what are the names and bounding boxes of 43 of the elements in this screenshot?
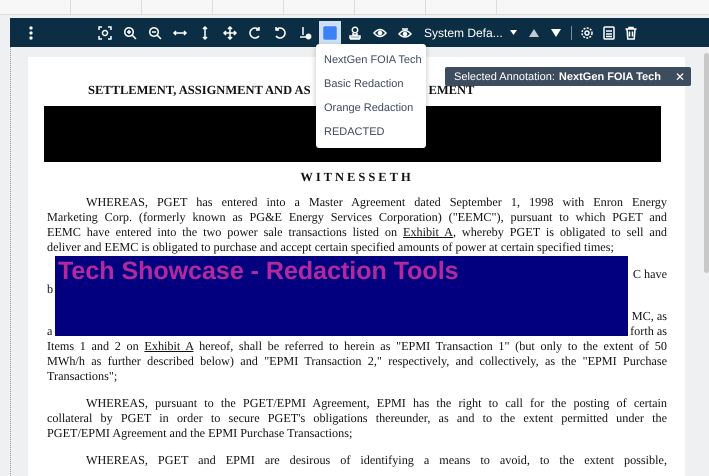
- text-fragment: forth as: [630, 324, 667, 339]
- fit-page-icon: [98, 26, 112, 40]
- text-line: Items 1 and 2 on Exhibit A hereof, shall be referred to herein as "EPMI Transaction 1" (but only to the extent of 50: [47, 339, 667, 354]
- text-fragment: b: [47, 282, 54, 297]
- section-heading: WITNESSETH: [299, 170, 415, 185]
- text-line: WHEREAS, pursuant to the PGET/EPMI Agreement, EPMI has the right to call for the posting of certain: [85, 396, 667, 411]
- text-line: Transactions";: [47, 369, 118, 384]
- text-line: collateral by PGET in order to secure PGET's obligations thereunder, as and to the extent permitted under the: [47, 411, 667, 426]
- menu-item[interactable]: REDACTED: [316, 120, 426, 144]
- text-line: EEMC have entered into the two power sale transactions listed on Exhibit A, whereby PGET is obligated to sell and: [47, 225, 667, 240]
- document-title: SETTLEMENT, ASSIGNMENT AND AS: [88, 83, 311, 98]
- document-title: EMENT: [428, 83, 474, 98]
- zoom-in-icon: [123, 26, 137, 40]
- text-line: deliver and EEMC is obligated to purchase and accept certain specified amounts of power at certain specified times;: [47, 240, 615, 255]
- text-fragment: C have: [632, 267, 667, 282]
- caret-icon: [510, 30, 517, 35]
- pan-icon: [223, 26, 237, 40]
- rotate-right-icon: [248, 26, 262, 40]
- chip-value: NextGen FOIA Tech: [558, 70, 661, 82]
- text-fragment: a: [47, 324, 52, 339]
- text-line: WHEREAS, PGET and EPMI are desirous of identifying a means to avoid, to the extent possible,: [85, 453, 667, 468]
- trash-icon: [624, 26, 638, 40]
- menu-item[interactable]: Orange Redaction: [316, 96, 426, 120]
- gear-icon: [580, 26, 594, 40]
- redaction-label: Tech Showcase - Redaction Tools: [58, 257, 459, 286]
- menu-item[interactable]: Basic Redaction: [316, 72, 426, 96]
- text-fragment: MC, as: [632, 309, 667, 324]
- mask-icon: [398, 26, 412, 40]
- text-line: PGET/EPMI Agreement and the EPMI Purchase Transactions;: [47, 426, 354, 441]
- zoom-out-icon: [148, 26, 162, 40]
- redact-box-icon: [323, 26, 337, 40]
- stamp-icon: [348, 26, 362, 40]
- redact-box-button[interactable]: [319, 20, 341, 44]
- document-icon: [602, 26, 616, 40]
- rotate-left-icon: [273, 26, 287, 40]
- menu-item[interactable]: NextGen FOIA Tech: [316, 48, 426, 72]
- close-button[interactable]: ✕: [673, 70, 687, 84]
- chip-label: Selected Annotation:: [454, 70, 555, 82]
- more-options-icon[interactable]: [29, 26, 33, 40]
- text-line: WHEREAS, PGET has entered into a Master Agreement dated September 1, 1998 with Enron Energy: [85, 195, 667, 210]
- text-line: Marketing Corp. (formerly known as PG&E Energy Services Corporation) ("EEMC"), pursuant to which PGET and: [47, 210, 667, 225]
- style-dropdown[interactable]: System Defa...: [424, 26, 517, 40]
- text-line: MWh/h as further described below) and "EPMI Transaction 2," respectively, and collectively, as the "EPMI Purchase: [47, 354, 667, 369]
